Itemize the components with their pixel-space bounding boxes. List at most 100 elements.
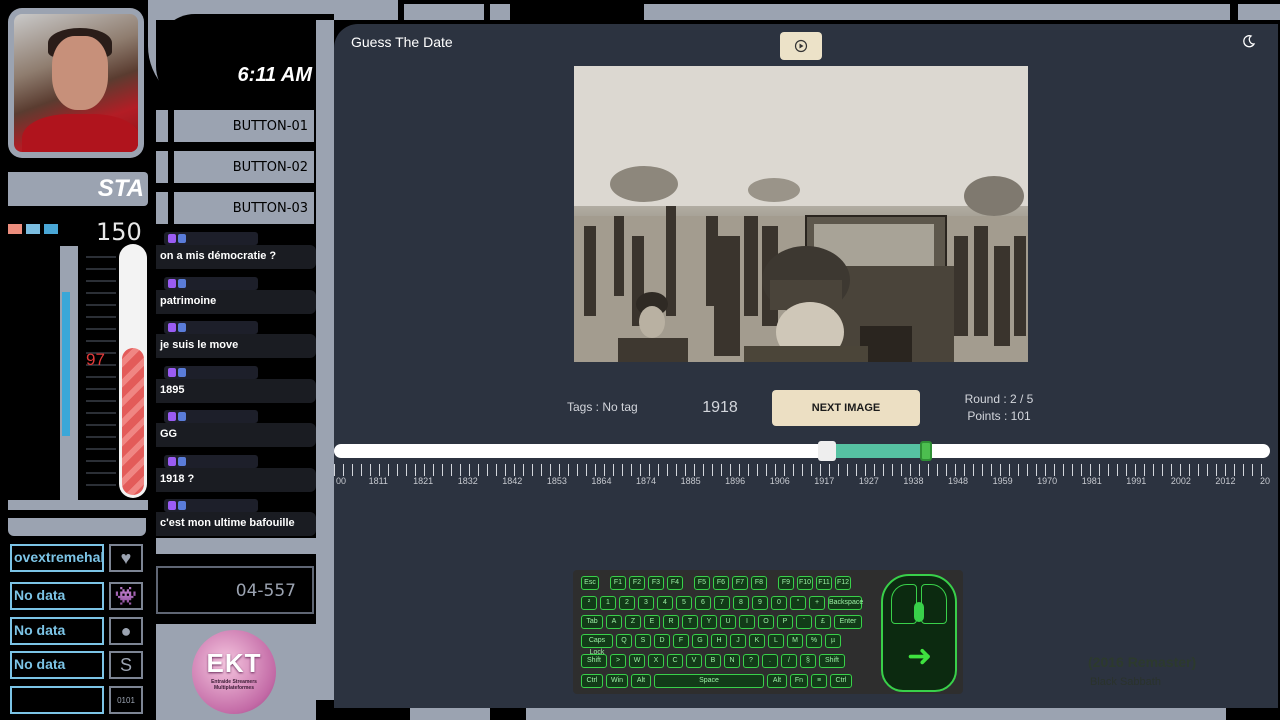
- gauge-rail-top: [62, 256, 70, 292]
- keyboard-key: T: [682, 615, 698, 629]
- score-panel: Round : 2 / 5 Points : 101: [954, 391, 1044, 425]
- keyboard-key: F11: [816, 576, 832, 590]
- keyboard-key: 1: [600, 596, 616, 610]
- keyboard-key: A: [606, 615, 622, 629]
- year-tick-label: 1885: [680, 476, 701, 486]
- chat-message: patrimoine: [156, 275, 316, 316]
- stat-row: No data: [10, 582, 104, 610]
- chat-message: GG: [156, 408, 316, 449]
- chat-message: 1918 ?: [156, 453, 316, 494]
- invader-icon: 👾: [109, 582, 143, 610]
- keyboard-key: F9: [778, 576, 794, 590]
- keyboard-key: M: [787, 634, 803, 648]
- chat-username: [164, 454, 258, 468]
- stat-row: No data: [10, 651, 104, 679]
- round-label: Round : 2 / 5: [964, 392, 1034, 406]
- year-tick-label: 1981: [1081, 476, 1102, 486]
- lcars-top-bar-4: [644, 4, 1230, 20]
- slider-selected-range: [830, 444, 928, 458]
- keyboard-key: B: [705, 654, 721, 668]
- keyboard-key: Shift: [819, 654, 845, 668]
- star-label: STA: [8, 172, 148, 206]
- year-tick-label: 1959: [992, 476, 1013, 486]
- chat-text: GG: [156, 423, 316, 447]
- now-playing-artist: Black Sabbath: [1090, 676, 1161, 688]
- lcars-bottom-bar-2: [526, 706, 1226, 720]
- year-tick-label: 1864: [591, 476, 612, 486]
- play-button[interactable]: [780, 32, 822, 60]
- lcars-button-3[interactable]: BUTTON-03: [174, 192, 314, 224]
- keyboard-key: I: [739, 615, 755, 629]
- chat-feed: on a mis démocratie ? patrimoine je suis l…: [156, 230, 316, 542]
- keyboard-key: 4: [657, 596, 673, 610]
- keyboard-overlay: ➜ Esc F1 F2 F3 F4 F5 F6 F7 F8 F9 F10 F11 F12 ² 1 2 3 4 5 6 7…: [573, 570, 963, 694]
- app-title: Guess The Date: [351, 34, 453, 50]
- color-chip-blue: [26, 224, 40, 234]
- keyboard-key: Shift: [581, 654, 607, 668]
- play-icon: [794, 39, 808, 53]
- keyboard-key: Esc: [581, 576, 599, 590]
- mouse-overlay: ➜: [881, 574, 957, 692]
- chat-message: je suis le move: [156, 319, 316, 360]
- stat-row: No data: [10, 617, 104, 645]
- keyboard-key: W: [629, 654, 645, 668]
- chat-username: [164, 410, 258, 423]
- year-tick-label: 00: [336, 476, 347, 486]
- keyboard-key: 8: [733, 596, 749, 610]
- keyboard-key: ¨: [796, 615, 812, 629]
- keyboard-key: 9: [752, 596, 768, 610]
- year-tick-label: 1842: [502, 476, 523, 486]
- ekt-logo: EKT Entraide Streamers Multiplateformes: [192, 630, 276, 714]
- year-range-slider[interactable]: [334, 441, 1270, 461]
- keyboard-key: Caps Lock: [581, 634, 613, 656]
- keyboard-key: Alt: [767, 674, 787, 688]
- keyboard-key: Alt: [631, 674, 651, 688]
- chat-username: [164, 276, 258, 290]
- year-tick-label: 1927: [858, 476, 879, 486]
- keyboard-key: X: [648, 654, 664, 668]
- moon-icon: [1243, 35, 1256, 48]
- keyboard-key: F12: [835, 576, 851, 590]
- next-image-button[interactable]: NEXT IMAGE: [772, 390, 920, 426]
- keyboard-key: /: [781, 654, 797, 668]
- keyboard-key: >: [610, 654, 626, 668]
- keyboard-key: Ctrl: [581, 674, 603, 688]
- lcars-button-2[interactable]: BUTTON-02: [174, 151, 314, 183]
- coin-icon: ●: [109, 617, 143, 645]
- keyboard-key: %: [806, 634, 822, 648]
- s-icon: S: [109, 651, 143, 679]
- arrow-right-icon: ➜: [907, 640, 933, 673]
- keyboard-key: C: [667, 654, 683, 668]
- chat-message: on a mis démocratie ?: [156, 230, 316, 271]
- keyboard-key: Win: [606, 674, 628, 688]
- keyboard-key: L: [768, 634, 784, 648]
- keyboard-key: Tab: [581, 615, 603, 629]
- keyboard-key: Space: [654, 674, 764, 688]
- year-tick-label: 2012: [1215, 476, 1236, 486]
- clock: 6:11 AM: [237, 64, 312, 86]
- gauge-level-bar: [62, 292, 70, 436]
- year-input[interactable]: 1918: [684, 394, 756, 422]
- lcars-top-bar-2: [404, 4, 484, 20]
- keyboard-key: F5: [694, 576, 710, 590]
- chat-text: je suis le move: [156, 334, 316, 358]
- keyboard-key: F4: [667, 576, 683, 590]
- stat-row: [10, 686, 104, 714]
- keyboard-key: 6: [695, 596, 711, 610]
- keyboard-key: Q: [616, 634, 632, 648]
- keyboard-key: Backspace: [828, 596, 863, 610]
- stats-divider: [8, 518, 146, 536]
- keyboard-key: ≡: [811, 674, 827, 688]
- slider-thumb-end[interactable]: [920, 441, 932, 461]
- binary-icon: 0101: [109, 686, 143, 714]
- year-tick-label: 1948: [948, 476, 969, 486]
- year-ruler: [334, 464, 1270, 476]
- dark-mode-toggle[interactable]: [1242, 34, 1256, 51]
- year-tick-label: 1853: [546, 476, 567, 486]
- slider-thumb-start[interactable]: [818, 441, 836, 461]
- keyboard-key: S: [635, 634, 651, 648]
- keyboard-key: Y: [701, 615, 717, 629]
- chat-message: c'est mon ultime bafouille: [156, 497, 316, 538]
- keyboard-key: 2: [619, 596, 635, 610]
- lcars-button-1[interactable]: BUTTON-01: [174, 110, 314, 142]
